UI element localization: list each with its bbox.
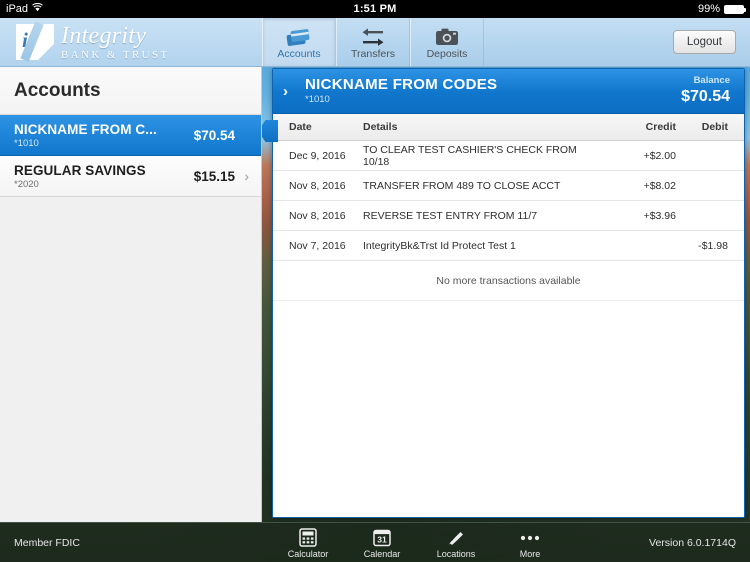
tab-transfers-label: Transfers [351, 48, 395, 60]
transaction-date: Nov 8, 2016 [289, 209, 346, 222]
transaction-credit: +$3.96 [643, 209, 676, 222]
transactions-list: Dec 9, 2016 TO CLEAR TEST CASHIER'S CHEC… [273, 141, 744, 517]
sidebar-account-row-1010[interactable]: NICKNAME FROM C... *1010 $70.54 › [0, 115, 261, 156]
tab-deposits[interactable]: Deposits [410, 18, 484, 66]
camera-icon [435, 24, 459, 46]
transfer-arrows-icon [361, 24, 385, 46]
table-row[interactable]: Dec 9, 2016 TO CLEAR TEST CASHIER'S CHEC… [273, 141, 744, 171]
tab-accounts-label: Accounts [277, 48, 321, 60]
transaction-date: Nov 8, 2016 [289, 179, 346, 192]
account-balance: $15.15 [193, 168, 235, 184]
account-detail-panel: › NICKNAME FROM CODES *1010 Balance $70.… [272, 68, 745, 518]
transaction-details: TO CLEAR TEST CASHIER'S CHECK FROM 10/18 [363, 143, 577, 168]
tab-deposits-label: Deposits [426, 48, 468, 60]
tool-more[interactable]: More [505, 526, 555, 559]
tool-calendar[interactable]: 31 Calendar [357, 526, 407, 559]
tool-locations-label: Locations [436, 549, 476, 559]
transactions-table-header: Date Details Credit Debit [273, 114, 744, 141]
detail-header[interactable]: › NICKNAME FROM CODES *1010 Balance $70.… [273, 69, 744, 114]
calendar-icon: 31 [373, 526, 391, 548]
integrity-logo-icon: i [16, 21, 54, 62]
chevron-right-icon: › [244, 168, 249, 184]
transaction-credit: +$2.00 [643, 149, 676, 162]
ios-status-bar: iPad 1:51 PM 99% [0, 0, 750, 18]
accounts-sidebar: Accounts NICKNAME FROM C... *1010 $70.54… [0, 67, 262, 522]
calculator-icon [299, 526, 317, 548]
account-balance: $70.54 [193, 127, 235, 143]
chevron-right-icon: › [235, 127, 249, 143]
battery-percent: 99% [697, 3, 720, 15]
tool-calculator[interactable]: Calculator [283, 526, 333, 559]
transaction-details: IntegrityBk&Trst Id Protect Test 1 [363, 239, 516, 252]
tool-calendar-label: Calendar [363, 549, 401, 559]
map-pin-icon [446, 526, 466, 548]
account-name: REGULAR SAVINGS [14, 162, 146, 178]
status-time: 1:51 PM [353, 3, 397, 15]
brand-name: Integrity [61, 22, 147, 49]
transaction-details: TRANSFER FROM 489 TO CLOSE ACCT [363, 179, 561, 192]
page-title: Accounts [14, 79, 101, 101]
tool-locations[interactable]: Locations [431, 526, 481, 559]
table-row[interactable]: Nov 8, 2016 REVERSE TEST ENTRY FROM 11/7… [273, 201, 744, 231]
main-tabs: Accounts Transfers Deposits [262, 18, 484, 66]
credit-cards-icon [286, 24, 312, 46]
detail-account-name: NICKNAME FROM CODES [305, 76, 498, 94]
tab-transfers[interactable]: Transfers [336, 18, 410, 66]
balance-amount: $70.54 [681, 87, 730, 105]
table-row[interactable]: Nov 8, 2016 TRANSFER FROM 489 TO CLOSE A… [273, 171, 744, 201]
table-row[interactable]: Nov 7, 2016 IntegrityBk&Trst Id Protect … [273, 231, 744, 261]
no-more-transactions-message: No more transactions available [273, 261, 744, 301]
tool-calculator-label: Calculator [287, 549, 329, 559]
tool-more-label: More [519, 549, 541, 559]
transaction-date: Dec 9, 2016 [289, 149, 346, 162]
logout-button[interactable]: Logout [672, 30, 736, 54]
app-toolbar: i Integrity BANK & TRUST Accounts Transf… [0, 18, 750, 67]
transaction-date: Nov 7, 2016 [289, 239, 346, 252]
ipad-banking-app: iPad 1:51 PM 99% i Integrity BANK & TRUS… [0, 0, 750, 562]
ellipsis-icon [519, 526, 541, 548]
account-number: *2020 [14, 178, 39, 190]
expand-chevron-icon[interactable]: › [283, 83, 305, 100]
column-header-date: Date [289, 121, 312, 133]
sidebar-account-row-2020[interactable]: REGULAR SAVINGS *2020 $15.15 › [0, 156, 261, 197]
sidebar-header: Accounts [0, 67, 261, 115]
member-fdic-label: Member FDIC [14, 536, 80, 549]
svg-text:31: 31 [377, 534, 387, 544]
transaction-debit: -$1.98 [698, 239, 728, 252]
balance-label: Balance [693, 75, 730, 87]
detail-account-number: *1010 [305, 93, 330, 105]
transaction-credit: +$8.02 [643, 179, 676, 192]
account-number: *1010 [14, 137, 39, 149]
column-header-credit: Credit [645, 121, 676, 133]
brand-logo: i Integrity BANK & TRUST [0, 18, 262, 66]
app-version-label: Version 6.0.1714Q [649, 536, 736, 549]
bottom-toolbar: Member FDIC Calculator 31 Calendar Locat… [0, 522, 750, 562]
status-right: 99% [697, 3, 746, 15]
utility-tools: Calculator 31 Calendar Locations More [283, 526, 555, 559]
tab-accounts[interactable]: Accounts [262, 18, 336, 66]
brand-tagline: BANK & TRUST [61, 48, 170, 61]
transaction-details: REVERSE TEST ENTRY FROM 11/7 [363, 209, 538, 222]
account-name: NICKNAME FROM C... [14, 121, 157, 137]
battery-icon [724, 4, 746, 14]
column-header-debit: Debit [701, 121, 728, 133]
column-header-details: Details [363, 121, 398, 133]
